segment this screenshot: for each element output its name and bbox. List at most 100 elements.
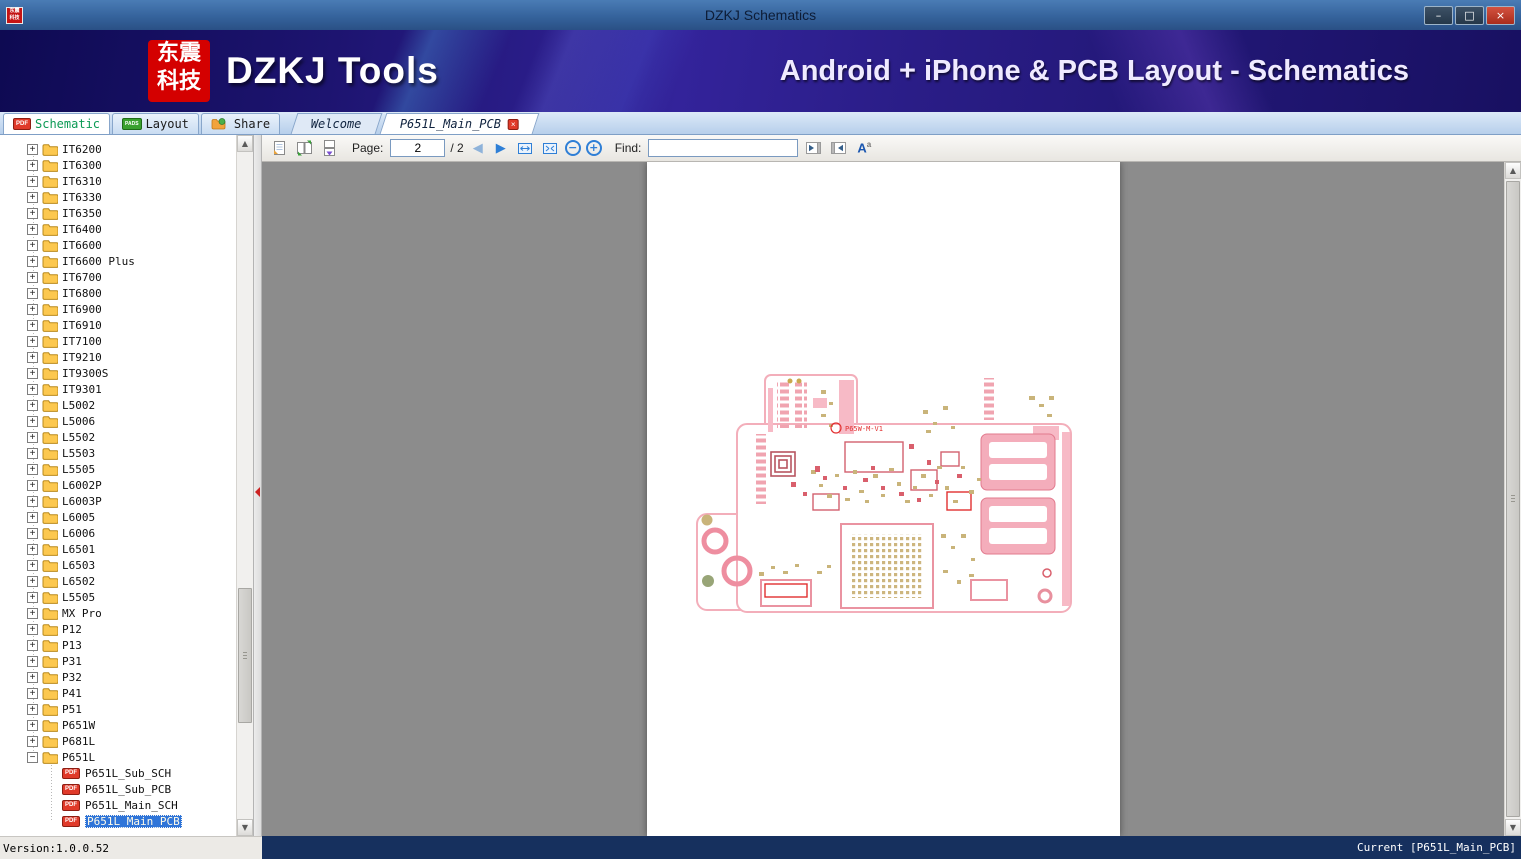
expand-icon[interactable]: +	[27, 639, 38, 651]
page-input[interactable]	[390, 139, 446, 157]
expand-icon[interactable]: +	[27, 559, 38, 571]
tree-item-mx-pro[interactable]: + MX Pro	[0, 605, 236, 621]
splitter[interactable]	[254, 135, 262, 836]
close-tab-icon[interactable]: ×	[507, 118, 519, 130]
tab-welcome[interactable]: Welcome	[290, 113, 383, 134]
expand-icon[interactable]: +	[27, 495, 38, 507]
tree-item-p651l-sub-pcb[interactable]: PDF P651L_Sub_PCB	[0, 781, 236, 797]
expand-icon[interactable]: +	[27, 735, 38, 747]
expand-icon[interactable]: +	[27, 303, 38, 315]
tree-item-it6600[interactable]: + IT6600	[0, 237, 236, 253]
expand-icon[interactable]: +	[27, 399, 38, 411]
previous-page-button[interactable]: ◀	[469, 141, 487, 156]
expand-icon[interactable]: +	[27, 415, 38, 427]
scroll-track[interactable]	[237, 152, 253, 819]
expand-icon[interactable]: +	[27, 463, 38, 475]
expand-icon[interactable]: +	[27, 367, 38, 379]
expand-icon[interactable]: +	[27, 575, 38, 587]
tree-item-l6503[interactable]: + L6503	[0, 557, 236, 573]
tree-item-l6002p[interactable]: + L6002P	[0, 477, 236, 493]
tree-item-it9301[interactable]: + IT9301	[0, 381, 236, 397]
scroll-track[interactable]	[1505, 179, 1521, 819]
expand-icon[interactable]: +	[27, 287, 38, 299]
tree-item-l6502[interactable]: + L6502	[0, 573, 236, 589]
tree-item-l5505[interactable]: + L5505	[0, 589, 236, 605]
expand-icon[interactable]: +	[27, 175, 38, 187]
tree-item-it6800[interactable]: + IT6800	[0, 285, 236, 301]
tree-item-l5505[interactable]: + L5505	[0, 461, 236, 477]
continuous-pages-icon[interactable]	[319, 138, 339, 158]
expand-icon[interactable]: +	[27, 207, 38, 219]
expand-icon[interactable]: +	[27, 543, 38, 555]
tree-item-l5503[interactable]: + L5503	[0, 445, 236, 461]
viewer-scrollbar[interactable]: ▲ ▼	[1504, 162, 1521, 836]
expand-icon[interactable]: +	[27, 431, 38, 443]
tree-item-l6501[interactable]: + L6501	[0, 541, 236, 557]
expand-icon[interactable]: +	[27, 239, 38, 251]
find-next-icon[interactable]	[828, 138, 848, 158]
tree-item-p651l-main-pcb[interactable]: PDF P651L_Main_PCB	[0, 813, 236, 829]
scroll-up-button[interactable]: ▲	[237, 135, 253, 152]
tab-p651l-main-pcb[interactable]: P651L_Main_PCB ×	[379, 113, 540, 134]
expand-icon[interactable]: +	[27, 319, 38, 331]
tree-item-it9210[interactable]: + IT9210	[0, 349, 236, 365]
expand-icon[interactable]: +	[27, 607, 38, 619]
document-page[interactable]: P65W-M-V1	[647, 162, 1120, 836]
tree-item-p651l[interactable]: − P651L	[0, 749, 236, 765]
tree-item-it6300[interactable]: + IT6300	[0, 157, 236, 173]
tree-item-it6900[interactable]: + IT6900	[0, 301, 236, 317]
tab-layout[interactable]: PADS Layout	[112, 113, 199, 134]
expand-icon[interactable]: +	[27, 703, 38, 715]
facing-pages-icon[interactable]	[294, 138, 314, 158]
fit-width-icon[interactable]	[515, 138, 535, 158]
scroll-thumb[interactable]	[1506, 181, 1520, 817]
close-button[interactable]: ×	[1486, 5, 1515, 25]
collapse-panel-arrow-icon[interactable]	[255, 487, 260, 497]
expand-icon[interactable]: +	[27, 143, 38, 155]
tree-item-p51[interactable]: + P51	[0, 701, 236, 717]
tree-item-p31[interactable]: + P31	[0, 653, 236, 669]
zoom-out-button[interactable]: −	[564, 140, 581, 156]
expand-icon[interactable]: +	[27, 159, 38, 171]
tree-item-it6700[interactable]: + IT6700	[0, 269, 236, 285]
tree-item-it6310[interactable]: + IT6310	[0, 173, 236, 189]
maximize-button[interactable]: □	[1455, 5, 1484, 25]
expand-icon[interactable]: +	[27, 511, 38, 523]
tree-item-it6600-plus[interactable]: + IT6600 Plus	[0, 253, 236, 269]
expand-icon[interactable]: +	[27, 479, 38, 491]
expand-icon[interactable]: +	[27, 687, 38, 699]
scroll-up-button[interactable]: ▲	[1505, 162, 1521, 179]
tree-item-p41[interactable]: + P41	[0, 685, 236, 701]
expand-icon[interactable]: +	[27, 255, 38, 267]
text-size-icon[interactable]: Aa	[857, 140, 871, 155]
single-page-icon[interactable]	[269, 138, 289, 158]
scroll-down-button[interactable]: ▼	[237, 819, 253, 836]
expand-icon[interactable]: +	[27, 223, 38, 235]
expand-icon[interactable]: +	[27, 191, 38, 203]
collapse-icon[interactable]: −	[27, 751, 38, 763]
expand-icon[interactable]: +	[27, 527, 38, 539]
tree-item-p13[interactable]: + P13	[0, 637, 236, 653]
expand-icon[interactable]: +	[27, 623, 38, 635]
expand-icon[interactable]: +	[27, 271, 38, 283]
tree-item-p651l-sub-sch[interactable]: PDF P651L_Sub_SCH	[0, 765, 236, 781]
scroll-down-button[interactable]: ▼	[1505, 819, 1521, 836]
expand-icon[interactable]: +	[27, 671, 38, 683]
fit-page-icon[interactable]	[540, 138, 560, 158]
tree-scrollbar[interactable]: ▲ ▼	[236, 135, 253, 836]
tree-item-it9300s[interactable]: + IT9300S	[0, 365, 236, 381]
tree-item-p12[interactable]: + P12	[0, 621, 236, 637]
tree-item-it6910[interactable]: + IT6910	[0, 317, 236, 333]
scroll-thumb[interactable]	[238, 588, 252, 723]
tree-item-it7100[interactable]: + IT7100	[0, 333, 236, 349]
expand-icon[interactable]: +	[27, 447, 38, 459]
expand-icon[interactable]: +	[27, 655, 38, 667]
tree-item-it6330[interactable]: + IT6330	[0, 189, 236, 205]
find-previous-icon[interactable]	[803, 138, 823, 158]
expand-icon[interactable]: +	[27, 335, 38, 347]
expand-icon[interactable]: +	[27, 719, 38, 731]
tree-item-p32[interactable]: + P32	[0, 669, 236, 685]
next-page-button[interactable]: ▶	[492, 141, 510, 156]
pdf-viewer[interactable]: P65W-M-V1 ▲ ▼	[262, 162, 1521, 836]
minimize-button[interactable]: –	[1424, 5, 1453, 25]
